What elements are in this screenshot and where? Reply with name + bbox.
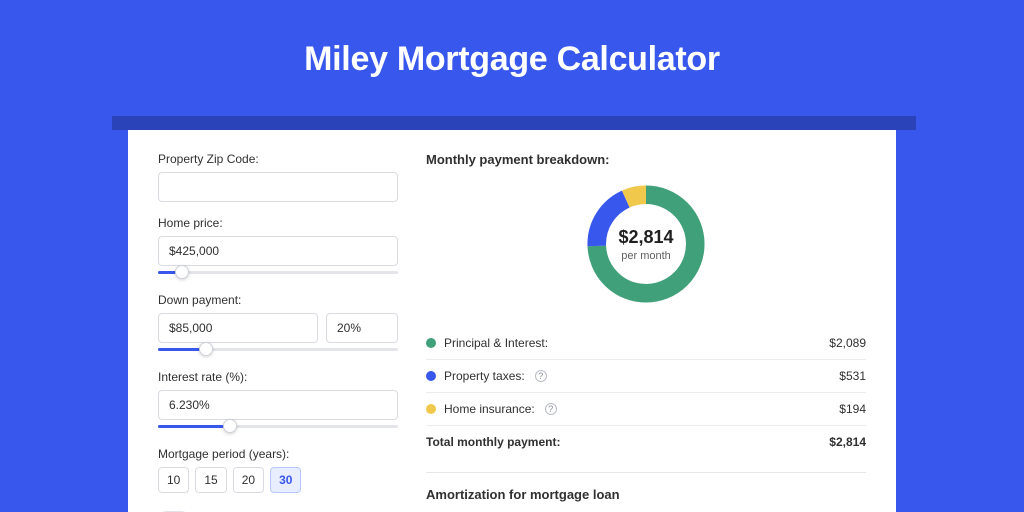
total-label: Total monthly payment: — [426, 435, 560, 449]
help-icon[interactable]: ? — [535, 370, 547, 382]
amortization-section: Amortization for mortgage loan Amortizat… — [426, 472, 866, 512]
zip-label: Property Zip Code: — [158, 152, 398, 166]
legend-value-principal: $2,089 — [829, 336, 866, 350]
period-option-10[interactable]: 10 — [158, 467, 189, 493]
amortization-title: Amortization for mortgage loan — [426, 487, 866, 502]
card-shadow — [112, 116, 916, 130]
home-price-slider-thumb[interactable] — [175, 265, 189, 279]
field-down-payment: Down payment: — [158, 293, 398, 356]
page-title: Miley Mortgage Calculator — [0, 0, 1024, 105]
legend-label-principal: Principal & Interest: — [444, 336, 548, 350]
period-option-20[interactable]: 20 — [233, 467, 264, 493]
mortgage-period-options: 1015 2030 — [158, 467, 398, 493]
breakdown-title: Monthly payment breakdown: — [426, 152, 866, 167]
breakdown-legend: Principal & Interest: $2,089 Property taxe… — [426, 327, 866, 426]
breakdown-panel: Monthly payment breakdown: $2,814 per mo… — [426, 152, 866, 490]
home-price-input[interactable] — [158, 236, 398, 266]
swatch-taxes — [426, 371, 436, 381]
field-mortgage-period: Mortgage period (years): 1015 2030 — [158, 447, 398, 493]
help-icon[interactable]: ? — [545, 403, 557, 415]
legend-row-principal: Principal & Interest: $2,089 — [426, 327, 866, 360]
legend-row-insurance: Home insurance:? $194 — [426, 393, 866, 426]
down-payment-amount-input[interactable] — [158, 313, 318, 343]
home-price-slider[interactable] — [158, 265, 398, 279]
donut-value: $2,814 — [618, 227, 673, 248]
swatch-principal — [426, 338, 436, 348]
interest-rate-slider-thumb[interactable] — [223, 419, 237, 433]
interest-rate-slider[interactable] — [158, 419, 398, 433]
field-home-price: Home price: — [158, 216, 398, 279]
legend-value-insurance: $194 — [839, 402, 866, 416]
donut-sub: per month — [621, 250, 671, 262]
donut-center: $2,814 per month — [581, 179, 711, 309]
interest-rate-input[interactable] — [158, 390, 398, 420]
swatch-insurance — [426, 404, 436, 414]
down-payment-slider-thumb[interactable] — [199, 342, 213, 356]
breakdown-total-row: Total monthly payment: $2,814 — [426, 426, 866, 458]
period-option-15[interactable]: 15 — [195, 467, 226, 493]
legend-value-taxes: $531 — [839, 369, 866, 383]
down-payment-percent-input[interactable] — [326, 313, 398, 343]
field-interest-rate: Interest rate (%): — [158, 370, 398, 433]
down-payment-slider[interactable] — [158, 342, 398, 356]
mortgage-period-label: Mortgage period (years): — [158, 447, 398, 461]
zip-input[interactable] — [158, 172, 398, 202]
field-zip: Property Zip Code: — [158, 152, 398, 202]
form-panel: Property Zip Code: Home price: Down paym… — [158, 152, 398, 490]
period-option-30[interactable]: 30 — [270, 467, 301, 493]
home-price-label: Home price: — [158, 216, 398, 230]
legend-label-taxes: Property taxes: — [444, 369, 525, 383]
donut-chart: $2,814 per month — [426, 179, 866, 309]
calculator-card: Property Zip Code: Home price: Down paym… — [128, 130, 896, 512]
down-payment-label: Down payment: — [158, 293, 398, 307]
interest-rate-label: Interest rate (%): — [158, 370, 398, 384]
legend-row-taxes: Property taxes:? $531 — [426, 360, 866, 393]
total-value: $2,814 — [829, 435, 866, 449]
legend-label-insurance: Home insurance: — [444, 402, 535, 416]
